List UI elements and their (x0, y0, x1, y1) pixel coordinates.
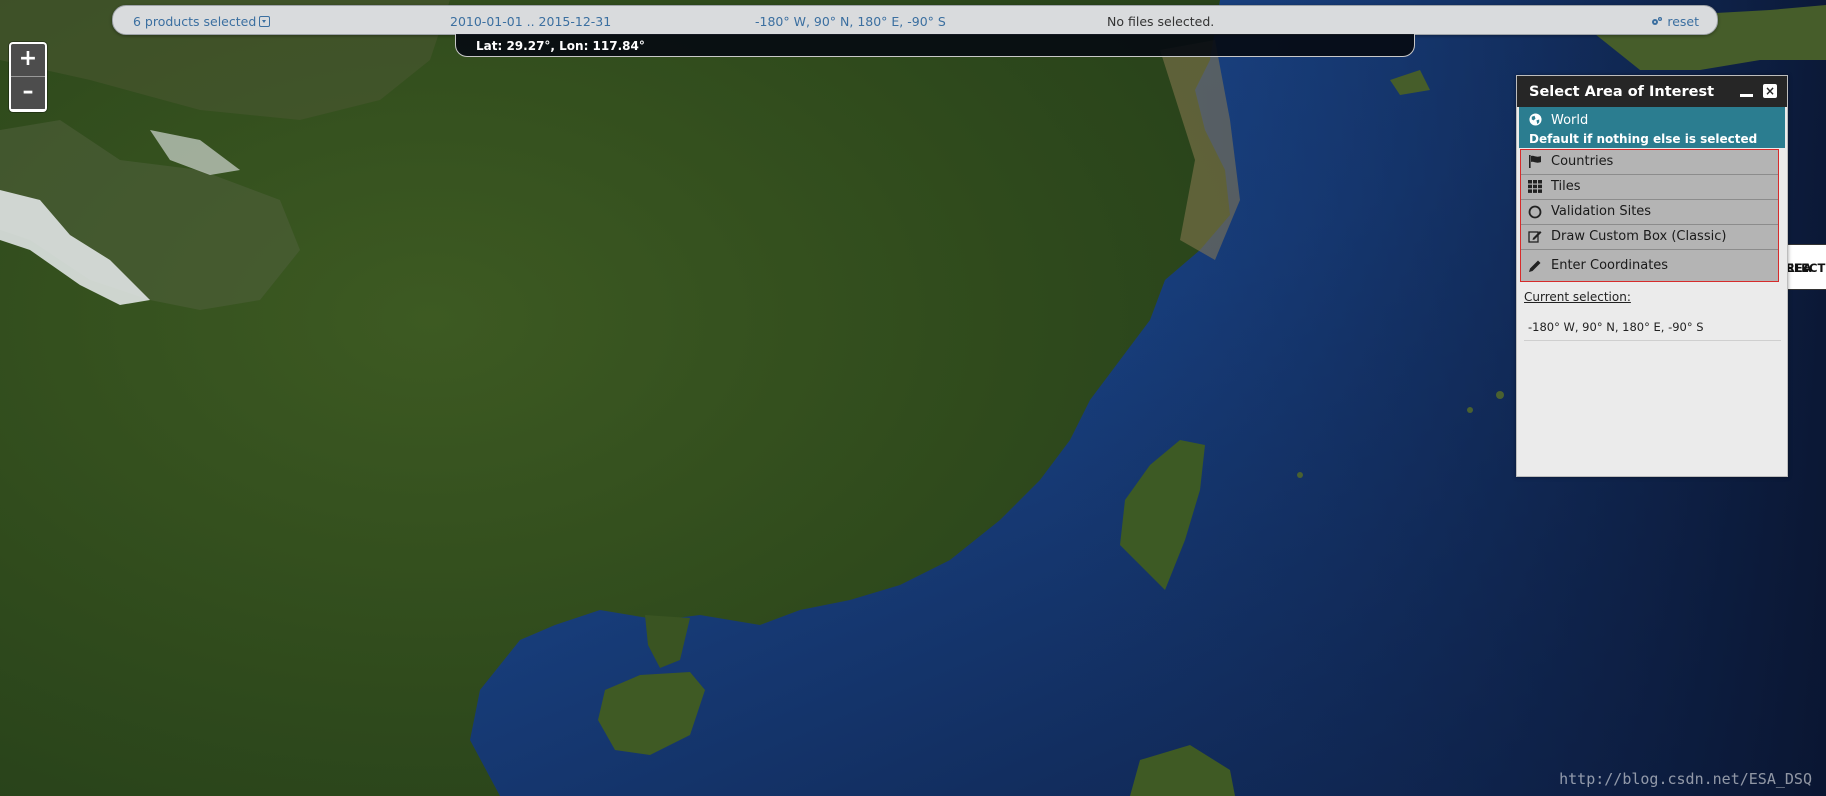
option-tiles-label: Tiles (1551, 179, 1581, 194)
minimize-button[interactable] (1739, 84, 1753, 98)
current-selection-value: -180° W, 90° N, 180° E, -90° S (1528, 320, 1704, 334)
current-selection-label: Current selection: (1524, 290, 1631, 304)
panel-header: Select Area of Interest × (1517, 76, 1787, 107)
grid-icon (1528, 180, 1542, 193)
option-world[interactable]: World Default if nothing else is selecte… (1519, 107, 1785, 148)
edit-icon (1528, 231, 1542, 243)
option-countries[interactable]: Countries (1521, 150, 1778, 175)
zoom-control: + – (9, 42, 47, 112)
dropdown-caret-icon (259, 16, 271, 27)
select-area-side-tab[interactable]: ELECT REA (1782, 244, 1826, 290)
files-status: No files selected. (1107, 14, 1215, 29)
option-draw-custom-box[interactable]: Draw Custom Box (Classic) (1521, 225, 1778, 250)
pencil-icon (1529, 260, 1541, 272)
date-range-link[interactable]: 2010-01-01 .. 2015-12-31 (450, 14, 611, 29)
circle-icon (1528, 205, 1542, 219)
products-selector[interactable]: 6 products selected (133, 14, 271, 29)
panel-title: Select Area of Interest (1529, 84, 1715, 100)
side-tab-line2: REA (1786, 261, 1812, 275)
option-world-label: World (1551, 113, 1589, 128)
close-button[interactable]: × (1763, 84, 1777, 98)
option-enter-coordinates[interactable]: Enter Coordinates (1521, 250, 1778, 281)
cursor-coordinates-bar: Lat: 29.27°, Lon: 117.84° (455, 34, 1415, 57)
option-world-sub: Default if nothing else is selected (1529, 132, 1758, 146)
option-tiles[interactable]: Tiles (1521, 175, 1778, 200)
option-validation-sites-label: Validation Sites (1551, 204, 1652, 219)
zoom-in-button[interactable]: + (11, 44, 45, 76)
option-enter-coordinates-label: Enter Coordinates (1551, 258, 1669, 273)
globe-icon (1529, 113, 1542, 126)
bbox-link[interactable]: -180° W, 90° N, 180° E, -90° S (755, 14, 946, 29)
watermark: http://blog.csdn.net/ESA_DSQ (1559, 770, 1812, 788)
flag-icon (1529, 155, 1541, 168)
zoom-out-button[interactable]: – (11, 76, 45, 109)
area-option-list: Countries Tiles Validation Sites Draw Cu… (1520, 149, 1779, 282)
reset-button[interactable]: reset (1651, 14, 1699, 29)
products-label: 6 products selected (133, 14, 257, 29)
top-filter-bar: 6 products selected 2010-01-01 .. 2015-1… (112, 5, 1718, 35)
reset-label: reset (1667, 14, 1699, 29)
option-draw-custom-box-label: Draw Custom Box (Classic) (1551, 229, 1727, 244)
option-validation-sites[interactable]: Validation Sites (1521, 200, 1778, 225)
divider (1524, 340, 1781, 341)
select-area-panel: Select Area of Interest × World Default … (1516, 75, 1788, 477)
cursor-coordinates: Lat: 29.27°, Lon: 117.84° (476, 39, 645, 53)
option-countries-label: Countries (1551, 154, 1614, 169)
gears-icon (1652, 17, 1663, 25)
